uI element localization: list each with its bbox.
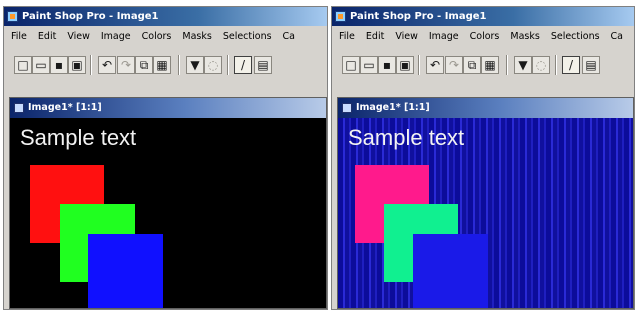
image-canvas[interactable]: Sample text — [338, 118, 633, 308]
print-icon[interactable]: ▣ — [68, 56, 86, 74]
menu-capture[interactable]: Ca — [283, 27, 295, 47]
document-title: Image1* [1:1] — [28, 102, 102, 113]
toolbar-separator — [555, 55, 557, 75]
sample-text: Sample text — [348, 125, 465, 150]
document-icon — [14, 103, 24, 113]
app-icon — [7, 11, 18, 22]
dropper-icon[interactable]: ▤ — [254, 56, 272, 74]
new-file-icon[interactable]: □ — [342, 56, 360, 74]
app-title: Paint Shop Pro - Image1 — [22, 11, 159, 22]
menu-edit[interactable]: Edit — [366, 27, 384, 47]
save-icon[interactable]: ▪ — [378, 56, 396, 74]
toolbar-separator — [418, 55, 420, 75]
zoom-icon[interactable]: ◌ — [204, 56, 222, 74]
menu-edit[interactable]: Edit — [38, 27, 56, 47]
zoom-icon[interactable]: ◌ — [532, 56, 550, 74]
menu-colors[interactable]: Colors — [470, 27, 500, 47]
image-canvas[interactable]: Sample text — [10, 118, 326, 308]
menu-file[interactable]: File — [339, 27, 355, 47]
print-icon[interactable]: ▣ — [396, 56, 414, 74]
menu-masks[interactable]: Masks — [510, 27, 539, 47]
document-window: Image1* [1:1] Sample text — [9, 97, 327, 309]
menubar: File Edit View Image Colors Masks Selections Ca — [4, 27, 327, 47]
toolbar-separator — [227, 55, 229, 75]
menu-colors[interactable]: Colors — [142, 27, 172, 47]
app-titlebar: Paint Shop Pro - Image1 — [332, 7, 634, 26]
save-icon[interactable]: ▪ — [50, 56, 68, 74]
copy-icon[interactable]: ⧉ — [463, 56, 481, 74]
document-title: Image1* [1:1] — [356, 102, 430, 113]
psp-window-left: Paint Shop Pro - Image1 File Edit View Imag… — [3, 6, 328, 310]
menu-file[interactable]: File — [11, 27, 27, 47]
menu-view[interactable]: View — [395, 27, 418, 47]
blue-square — [413, 234, 488, 308]
menu-masks[interactable]: Masks — [182, 27, 211, 47]
toolbar: □ ▭ ▪ ▣ ↶ ↷ ⧉ ▦ ▼ ◌ / ▤ — [332, 50, 634, 84]
app-title: Paint Shop Pro - Image1 — [350, 11, 487, 22]
browse-icon[interactable]: ▼ — [514, 56, 532, 74]
document-titlebar[interactable]: Image1* [1:1] — [10, 98, 326, 118]
redo-icon[interactable]: ↷ — [445, 56, 463, 74]
dropper-icon[interactable]: ▤ — [582, 56, 600, 74]
paste-icon[interactable]: ▦ — [153, 56, 171, 74]
open-file-icon[interactable]: ▭ — [360, 56, 378, 74]
menu-image[interactable]: Image — [429, 27, 459, 47]
new-file-icon[interactable]: □ — [14, 56, 32, 74]
document-titlebar[interactable]: Image1* [1:1] — [338, 98, 633, 118]
sample-text: Sample text — [20, 125, 137, 150]
app-titlebar: Paint Shop Pro - Image1 — [4, 7, 327, 26]
menu-image[interactable]: Image — [101, 27, 131, 47]
document-icon — [342, 103, 352, 113]
toolbar: □ ▭ ▪ ▣ ↶ ↷ ⧉ ▦ ▼ ◌ / ▤ — [4, 50, 327, 84]
redo-icon[interactable]: ↷ — [117, 56, 135, 74]
undo-icon[interactable]: ↶ — [98, 56, 116, 74]
psp-window-right: Paint Shop Pro - Image1 File Edit View Imag… — [331, 6, 635, 310]
menu-selections[interactable]: Selections — [551, 27, 600, 47]
toolbar-separator — [506, 55, 508, 75]
browse-icon[interactable]: ▼ — [186, 56, 204, 74]
paste-icon[interactable]: ▦ — [481, 56, 499, 74]
blue-square — [88, 234, 163, 308]
paintbrush-icon[interactable]: / — [234, 56, 252, 74]
open-file-icon[interactable]: ▭ — [32, 56, 50, 74]
undo-icon[interactable]: ↶ — [426, 56, 444, 74]
copy-icon[interactable]: ⧉ — [135, 56, 153, 74]
paintbrush-icon[interactable]: / — [562, 56, 580, 74]
menu-selections[interactable]: Selections — [223, 27, 272, 47]
menu-capture[interactable]: Ca — [611, 27, 623, 47]
menu-view[interactable]: View — [67, 27, 90, 47]
app-icon — [335, 11, 346, 22]
toolbar-separator — [90, 55, 92, 75]
toolbar-separator — [178, 55, 180, 75]
menubar: File Edit View Image Colors Masks Selections Ca — [332, 27, 634, 47]
document-window: Image1* [1:1] Sample text — [337, 97, 634, 309]
